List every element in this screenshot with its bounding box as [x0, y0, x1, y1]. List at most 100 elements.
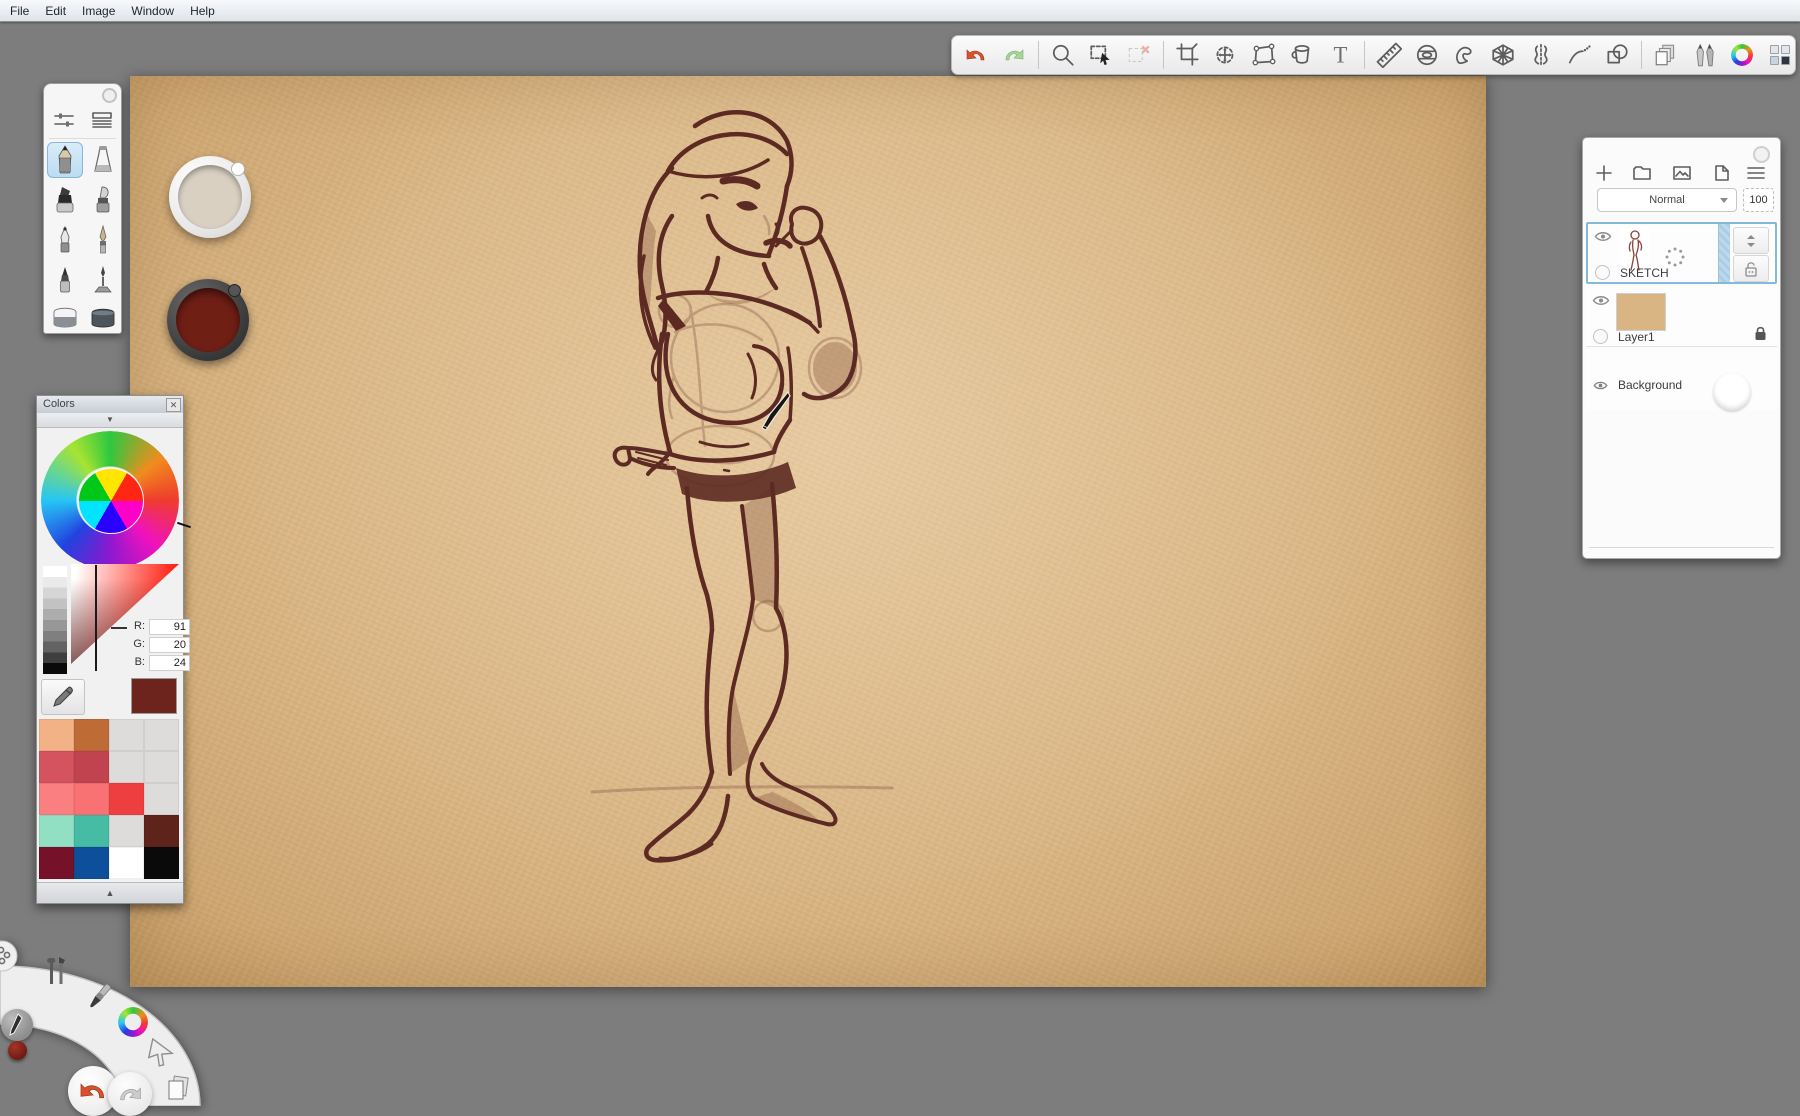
- color-swatch[interactable]: [74, 815, 109, 847]
- links-icon[interactable]: [0, 944, 19, 973]
- color-swatch[interactable]: [144, 847, 179, 879]
- tool-marker[interactable]: [47, 182, 83, 218]
- redo-button[interactable]: [1000, 40, 1028, 70]
- color-swatch[interactable]: [39, 719, 74, 751]
- cursor-icon[interactable]: [146, 1038, 176, 1073]
- layer-row-sketch[interactable]: SKETCH: [1586, 222, 1777, 284]
- pen-pot-icon[interactable]: [1, 1009, 33, 1041]
- redo-button[interactable]: [108, 1072, 152, 1116]
- crop-tool-button[interactable]: [1174, 40, 1202, 70]
- collapse-strip[interactable]: ▼: [37, 413, 183, 428]
- layer-row-background[interactable]: Background: [1586, 350, 1777, 410]
- layer-drag-strip[interactable]: [1718, 224, 1730, 282]
- menu-edit[interactable]: Edit: [45, 4, 66, 18]
- zoom-tool-button[interactable]: [1049, 40, 1077, 70]
- fill-bucket-button[interactable]: [1288, 40, 1316, 70]
- move-selection-button[interactable]: [1212, 40, 1240, 70]
- green-value-field[interactable]: 20: [149, 637, 190, 653]
- color-swatch[interactable]: [109, 847, 144, 879]
- tool-presets-button[interactable]: [83, 108, 121, 132]
- tools-icon[interactable]: [42, 954, 70, 993]
- color-swatch[interactable]: [39, 847, 74, 879]
- eyedropper-button[interactable]: [41, 679, 85, 715]
- close-icon[interactable]: ✕: [166, 398, 181, 412]
- unlock-icon[interactable]: [1733, 255, 1769, 282]
- symmetry-button[interactable]: [1527, 40, 1555, 70]
- deselect-button[interactable]: [1125, 40, 1153, 70]
- pages-icon[interactable]: [163, 1074, 193, 1109]
- grayscale-ramp[interactable]: [43, 566, 67, 674]
- shape-boolean-button[interactable]: [1603, 40, 1631, 70]
- color-swatch[interactable]: [39, 815, 74, 847]
- ellipse-guide-button[interactable]: [1413, 40, 1441, 70]
- paint-pot-dark[interactable]: [167, 279, 249, 361]
- tool-pencil[interactable]: [47, 142, 83, 178]
- lock-icon[interactable]: [1754, 326, 1767, 346]
- color-swatch[interactable]: [74, 847, 109, 879]
- menu-help[interactable]: Help: [190, 4, 215, 18]
- visibility-eye-icon[interactable]: [1593, 378, 1608, 396]
- layer-radio[interactable]: [1593, 329, 1608, 344]
- background-color-pot[interactable]: [1713, 373, 1751, 411]
- group-folder-button[interactable]: [1627, 162, 1657, 184]
- color-swatch[interactable]: [74, 783, 109, 815]
- color-wheel-inner-pie[interactable]: [78, 468, 144, 534]
- drawing-canvas[interactable]: [130, 76, 1486, 987]
- blend-mode-dropdown[interactable]: Normal: [1597, 188, 1737, 212]
- tool-paintbrush[interactable]: [85, 222, 121, 258]
- color-swatch[interactable]: [109, 783, 144, 815]
- layers-panel-knob[interactable]: [1753, 146, 1770, 163]
- select-marquee-button[interactable]: [1087, 40, 1115, 70]
- color-swatch[interactable]: [74, 719, 109, 751]
- layers-menu-button[interactable]: [1741, 162, 1771, 184]
- new-page-button[interactable]: [1707, 162, 1737, 184]
- color-swatch[interactable]: [144, 751, 179, 783]
- tool-settings-button[interactable]: [45, 108, 83, 132]
- visibility-eye-icon[interactable]: [1594, 230, 1612, 248]
- stroke-curve-button[interactable]: [1565, 40, 1593, 70]
- import-image-button[interactable]: [1667, 162, 1697, 184]
- tool-blender-eraser[interactable]: [85, 298, 121, 334]
- tool-eraser[interactable]: [47, 298, 83, 334]
- tool-ballpoint-pen[interactable]: [47, 222, 83, 258]
- pencils-panel-button[interactable]: [1690, 40, 1718, 70]
- red-pot-icon[interactable]: [8, 1041, 27, 1060]
- color-swatch[interactable]: [109, 751, 144, 783]
- layer-radio[interactable]: [1595, 265, 1610, 280]
- menu-file[interactable]: File: [10, 4, 29, 18]
- layer-row-layer1[interactable]: Layer1: [1586, 286, 1777, 347]
- color-swatch[interactable]: [144, 783, 179, 815]
- menu-window[interactable]: Window: [131, 4, 174, 18]
- color-swatch[interactable]: [144, 815, 179, 847]
- french-curve-button[interactable]: [1451, 40, 1479, 70]
- opacity-field[interactable]: 100: [1743, 188, 1774, 212]
- blue-value-field[interactable]: 24: [149, 655, 190, 671]
- color-wheel-icon[interactable]: [118, 1007, 148, 1037]
- menu-image[interactable]: Image: [82, 4, 115, 18]
- brush-icon[interactable]: [84, 980, 116, 1017]
- tool-fineliner[interactable]: [47, 262, 83, 298]
- color-swatch[interactable]: [144, 719, 179, 751]
- palette-knob[interactable]: [102, 88, 117, 103]
- color-swatch[interactable]: [109, 815, 144, 847]
- perspective-grid-button[interactable]: [1489, 40, 1517, 70]
- pages-panel-button[interactable]: [1652, 40, 1680, 70]
- add-layer-button[interactable]: [1589, 162, 1619, 184]
- color-wheel-panel-button[interactable]: [1728, 40, 1756, 70]
- color-swatch[interactable]: [74, 751, 109, 783]
- layer-reorder-button[interactable]: [1733, 227, 1769, 254]
- swatches-panel-button[interactable]: [1766, 40, 1794, 70]
- tool-ink-bottle[interactable]: [85, 142, 121, 178]
- text-tool-button[interactable]: T: [1326, 40, 1354, 70]
- color-swatch[interactable]: [109, 719, 144, 751]
- red-value-field[interactable]: 91: [149, 619, 190, 635]
- visibility-eye-icon[interactable]: [1592, 294, 1610, 312]
- tool-dip-pen[interactable]: [85, 262, 121, 298]
- transform-quad-button[interactable]: [1250, 40, 1278, 70]
- ruler-button[interactable]: [1375, 40, 1403, 70]
- color-swatch[interactable]: [39, 783, 74, 815]
- paint-pot-light[interactable]: [169, 156, 251, 238]
- undo-button[interactable]: [962, 40, 990, 70]
- tool-palette-knife[interactable]: [85, 182, 121, 218]
- color-swatch[interactable]: [39, 751, 74, 783]
